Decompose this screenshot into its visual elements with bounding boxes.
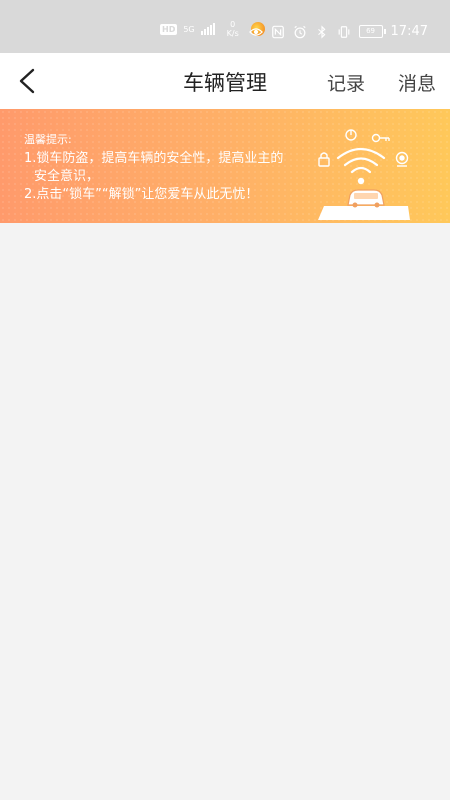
tip-1: 1.锁车防盗，提高车辆的安全性，提高业主的 — [24, 151, 284, 166]
tips-title: 温馨提示: — [24, 133, 72, 146]
tips-banner: 温馨提示: 1.锁车防盗，提高车辆的安全性，提高业主的 安全意识， 2.点击“锁… — [0, 109, 450, 223]
car-icon — [347, 189, 385, 208]
power-icon — [345, 129, 357, 141]
page-title: 车辆管理 — [183, 71, 267, 95]
bluetooth-icon — [317, 24, 325, 39]
app-header: 车辆管理 记录 消息 — [0, 53, 450, 109]
status-right-group: 69 17:47 — [248, 24, 428, 39]
platform-shape — [318, 206, 410, 220]
tip-1-continued: 安全意识， — [34, 169, 100, 184]
eye-icon — [248, 27, 263, 36]
status-bar: HD 5G 0 K/s 69 17:47 — [0, 0, 450, 53]
nfc-icon — [271, 25, 284, 38]
vibrate-icon — [338, 25, 349, 38]
location-dot — [357, 177, 365, 185]
status-time: 17:47 — [390, 24, 428, 39]
signal-icon — [200, 23, 215, 35]
battery-level: 69 — [366, 27, 375, 35]
hd-badge: HD — [160, 23, 178, 35]
records-button[interactable]: 记录 — [327, 69, 365, 96]
net-speed: 0 K/s — [227, 20, 239, 38]
net-speed-unit: K/s — [226, 29, 239, 38]
alarm-icon — [293, 25, 306, 38]
tip-2: 2.点击“锁车”“解锁”让您爱车从此无忧！ — [24, 187, 259, 202]
battery-icon: 69 — [358, 25, 386, 38]
messages-button[interactable]: 消息 — [398, 69, 436, 96]
banner-text: 温馨提示: 1.锁车防盗，提高车辆的安全性，提高业主的 安全意识， 2.点击“锁… — [24, 131, 283, 204]
car-lock-illustration — [318, 129, 410, 220]
camera-icon — [395, 151, 409, 167]
key-icon — [371, 133, 390, 143]
net-speed-value: 0 — [230, 20, 236, 29]
wifi-signal-icon — [336, 147, 386, 174]
lock-icon — [318, 152, 330, 167]
network-type: 5G — [183, 24, 195, 34]
